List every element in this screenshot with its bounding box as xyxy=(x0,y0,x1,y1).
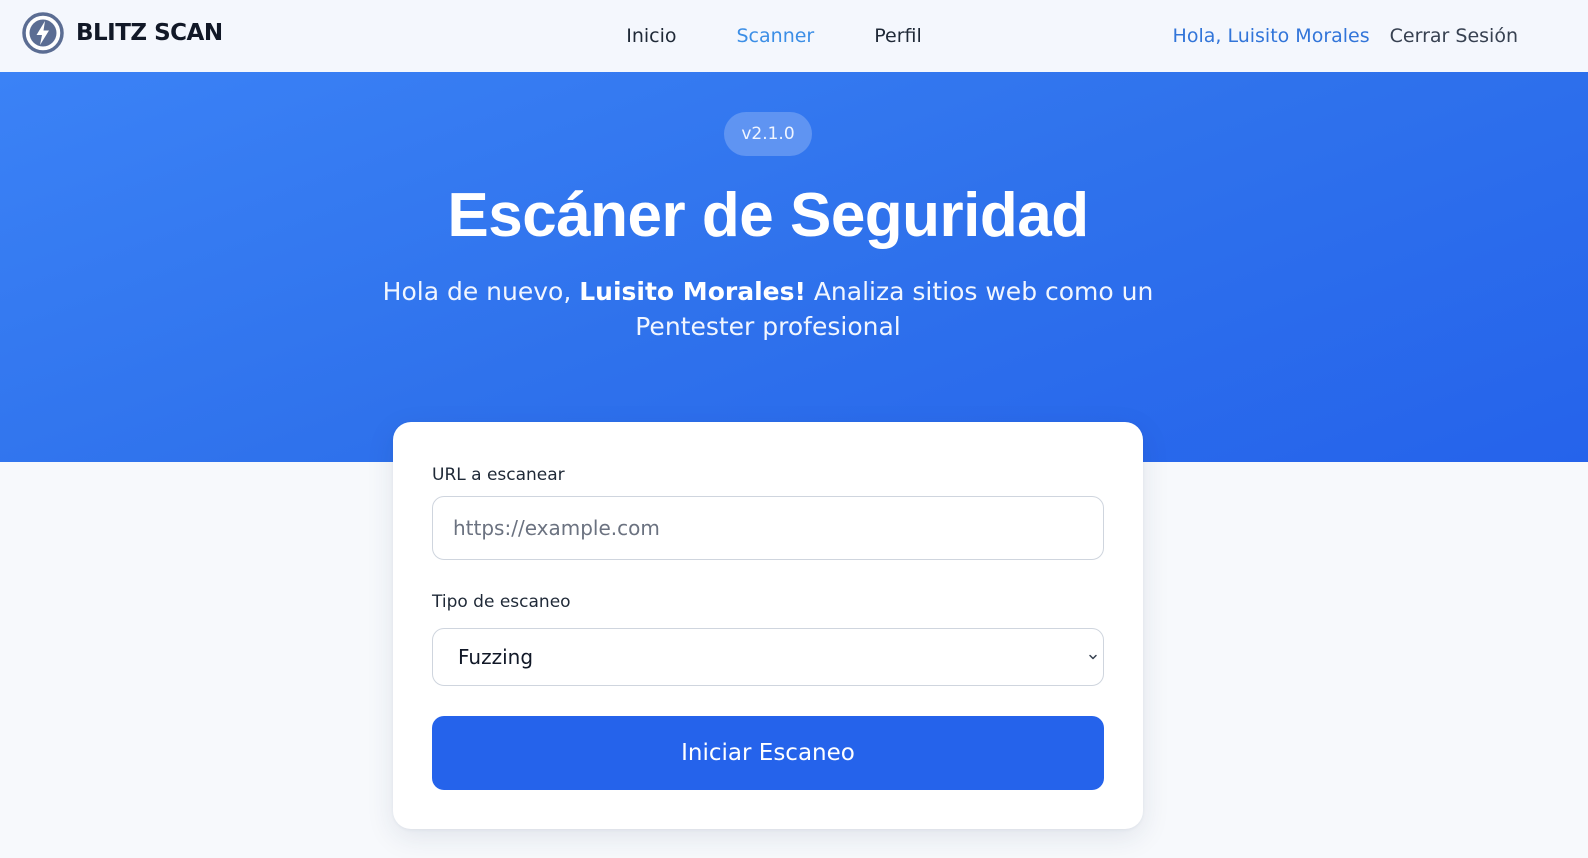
logout-link[interactable]: Cerrar Sesión xyxy=(1390,25,1518,47)
url-input[interactable] xyxy=(432,496,1104,560)
version-badge: v2.1.0 xyxy=(724,112,812,156)
page-title: Escáner de Seguridad xyxy=(447,181,1089,250)
user-area: Hola, Luisito Morales Cerrar Sesión xyxy=(1173,0,1518,72)
url-label: URL a escanear xyxy=(432,465,565,485)
top-navbar: BLITZ SCAN Inicio Scanner Perfil Hola, L… xyxy=(0,0,1588,72)
lightning-shield-icon xyxy=(22,12,64,54)
subtitle-user-name: Luisito Morales! xyxy=(579,277,806,306)
scan-type-selected-value: Fuzzing xyxy=(458,645,534,669)
brand-name: BLITZ SCAN xyxy=(76,20,223,46)
user-greeting-link[interactable]: Hola, Luisito Morales xyxy=(1173,25,1370,47)
start-scan-button[interactable]: Iniciar Escaneo xyxy=(432,716,1104,790)
brand[interactable]: BLITZ SCAN xyxy=(22,12,223,54)
chevron-down-icon xyxy=(1089,654,1097,660)
subtitle-prefix: Hola de nuevo, xyxy=(382,277,572,306)
hero-banner: v2.1.0 Escáner de Seguridad Hola de nuev… xyxy=(0,72,1588,462)
scan-type-select[interactable]: Fuzzing xyxy=(432,628,1104,686)
scan-form-card: URL a escanear Tipo de escaneo Fuzzing I… xyxy=(393,422,1143,829)
nav-link-perfil[interactable]: Perfil xyxy=(874,25,922,47)
scan-type-label: Tipo de escaneo xyxy=(432,592,571,612)
nav-link-inicio[interactable]: Inicio xyxy=(626,25,676,47)
nav-link-scanner[interactable]: Scanner xyxy=(737,25,815,47)
hero-subtitle: Hola de nuevo, Luisito Morales! Analiza … xyxy=(340,274,1196,344)
